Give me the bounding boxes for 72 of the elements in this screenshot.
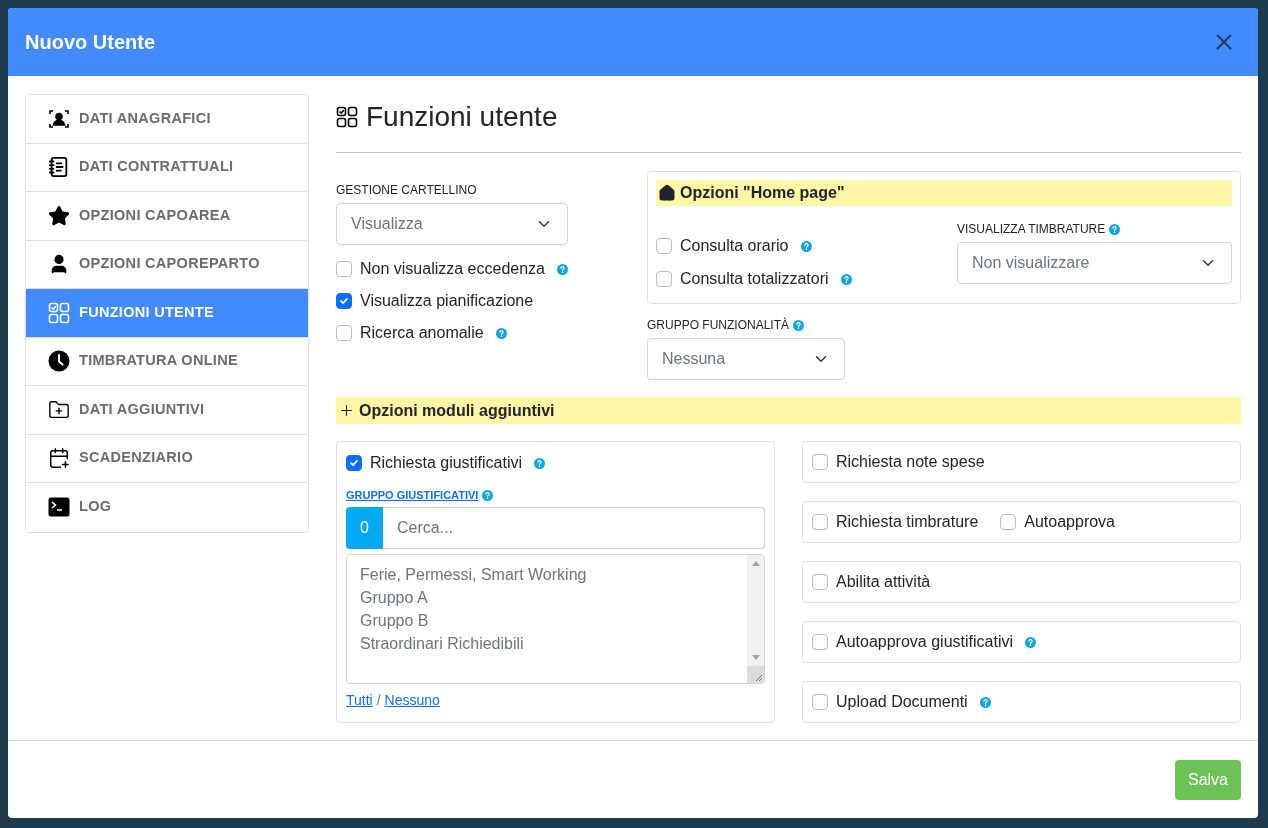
window-title: Nuovo Utente (25, 30, 155, 55)
link-separator: / (376, 690, 381, 710)
checkbox-label: Visualizza pianificazione (360, 291, 534, 311)
sidebar-item[interactable]: FUNZIONI UTENTE (26, 289, 308, 338)
help-icon[interactable] (1025, 636, 1036, 648)
user-frame-icon (48, 107, 70, 130)
checkbox[interactable] (656, 271, 672, 287)
group-link[interactable]: GRUPPO GIUSTIFICATIVI (346, 487, 479, 504)
help-icon[interactable] (1109, 223, 1121, 235)
list-option[interactable]: Straordinari Richiedibili (360, 631, 747, 655)
checkbox[interactable] (812, 454, 828, 470)
list-option[interactable]: Gruppo B (360, 608, 747, 632)
checkbox-label: Consulta orario (680, 236, 789, 256)
help-icon[interactable] (557, 263, 568, 275)
scrollbar[interactable] (747, 554, 764, 683)
scroll-up-icon[interactable] (751, 560, 760, 566)
dropdown-select[interactable]: Nessuna (647, 338, 845, 380)
checkbox-label: Richiesta timbrature (836, 512, 979, 532)
field-label: GESTIONE CARTELLINO (336, 182, 478, 199)
checkmark-icon (349, 458, 359, 468)
checkbox[interactable] (812, 694, 828, 710)
list-option[interactable]: Gruppo A (360, 585, 747, 609)
dropdown-select[interactable]: Non visualizzare (957, 242, 1232, 284)
help-icon[interactable] (800, 240, 812, 252)
checkbox[interactable] (812, 514, 828, 530)
checkbox-label: Autoapprova (1024, 512, 1115, 532)
checkbox[interactable] (336, 261, 352, 277)
help-icon[interactable] (495, 327, 507, 339)
checkbox-label: Autoapprova giustificativi (836, 632, 1013, 652)
scroll-down-icon[interactable] (751, 654, 760, 660)
checkbox[interactable] (1000, 514, 1017, 530)
terminal-icon (48, 496, 70, 519)
folder-plus-icon (48, 398, 70, 421)
help-icon[interactable] (482, 489, 494, 501)
resize-grip-icon[interactable] (747, 665, 764, 683)
help-icon[interactable] (840, 273, 852, 285)
checkmark-icon (339, 296, 349, 306)
checkbox[interactable] (656, 238, 672, 254)
search-field[interactable]: Cerca... (383, 506, 765, 549)
checkbox-label: Richiesta note spese (836, 452, 985, 472)
checkbox-label: Non visualizza eccedenza (360, 259, 545, 279)
checkbox-label: Upload Documenti (836, 692, 968, 712)
checkbox[interactable] (812, 574, 828, 590)
field-label: GRUPPO FUNZIONALITÀ (647, 316, 789, 334)
help-icon[interactable] (793, 319, 804, 331)
checkbox[interactable] (336, 293, 352, 309)
checkbox[interactable] (812, 634, 828, 650)
dropdown-select[interactable]: Visualizza (336, 203, 568, 245)
field-label: VISUALIZZA TIMBRATURE (957, 221, 1106, 238)
checkbox[interactable] (346, 455, 362, 471)
clock-icon (48, 350, 70, 373)
checkbox-label: Ricerca anomalie (360, 323, 484, 343)
sidebar-item[interactable]: DATI ANAGRAFICI (26, 95, 308, 144)
list-option[interactable]: Ferie, Permessi, Smart Working (360, 562, 747, 586)
count-badge: 0 (346, 506, 383, 549)
help-icon[interactable] (534, 457, 546, 469)
checkbox-label: Consulta totalizzatori (680, 269, 829, 289)
list-box[interactable]: Ferie, Permessi, Smart Working Gruppo A Gruppo B Straordinari Richiedibili (346, 553, 765, 684)
section-banner: Opzioni moduli aggiuntivi (336, 397, 1241, 424)
grid-check-icon (48, 301, 70, 324)
section-title: Funzioni utente (366, 100, 558, 134)
checkbox[interactable] (336, 325, 352, 341)
help-icon[interactable] (979, 696, 991, 708)
star-icon (48, 204, 70, 227)
checkbox-label: Abilita attività (836, 572, 931, 592)
select-none-link[interactable]: Nessuno (384, 689, 440, 711)
section-banner: Opzioni "Home page" (656, 180, 1232, 206)
select-all-link[interactable]: Tutti (346, 689, 373, 711)
notebook-icon (48, 156, 70, 179)
checkbox-label: Richiesta giustificativi (370, 453, 523, 473)
calendar-plus-icon (48, 447, 70, 470)
grid-check-icon (336, 106, 358, 128)
